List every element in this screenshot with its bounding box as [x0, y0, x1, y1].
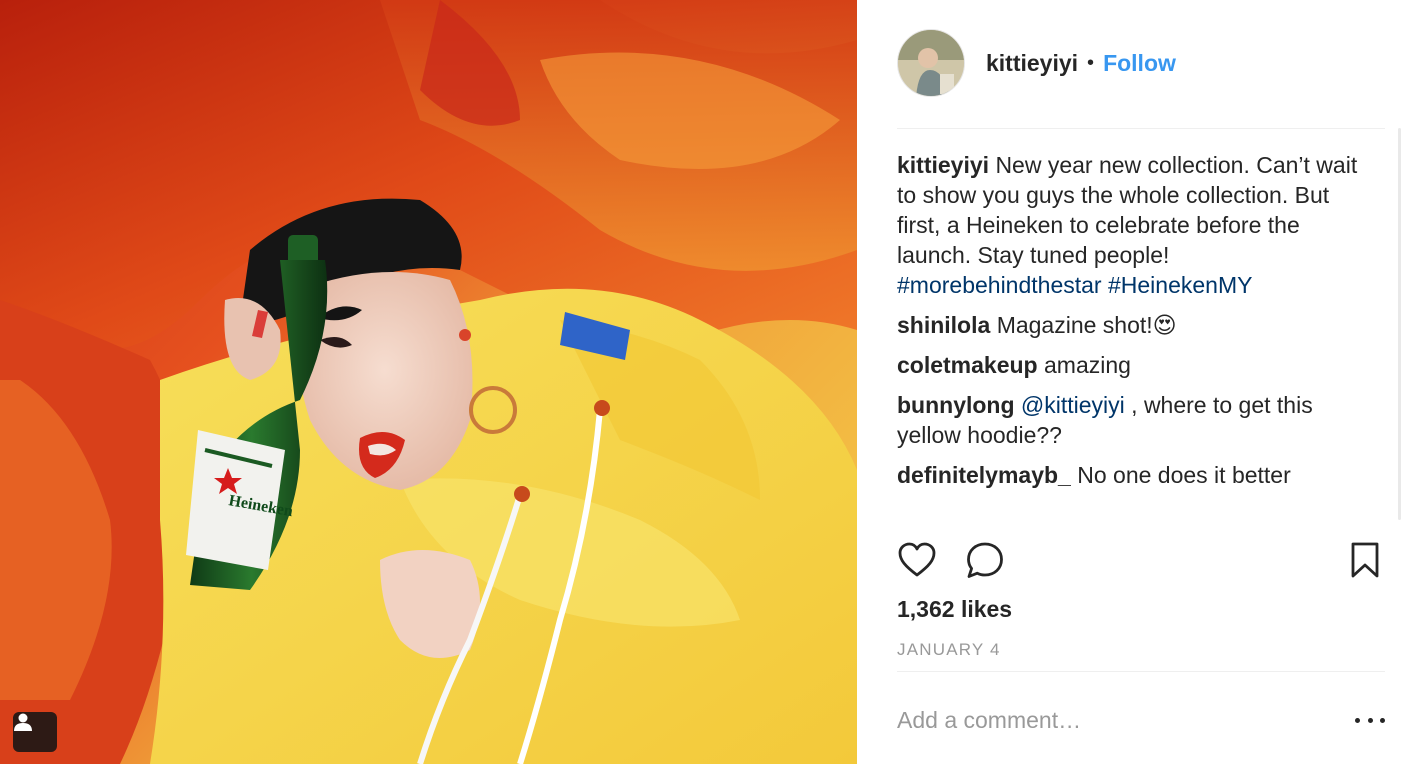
caption: kittieyiyi New year new collection. Can’…	[897, 150, 1367, 300]
hashtag-morebehindthestar[interactable]: #morebehindthestar	[897, 272, 1102, 298]
photo-illustration: Heineken	[0, 0, 857, 764]
comment-username[interactable]: shinilola	[897, 312, 990, 338]
comments-scrollbar[interactable]	[1398, 128, 1401, 520]
post-header: kittieyiyi • Follow	[897, 28, 1176, 98]
comment-username[interactable]: coletmakeup	[897, 352, 1038, 378]
save-button[interactable]	[1349, 540, 1381, 585]
ellipsis-icon	[1380, 717, 1385, 723]
post-date[interactable]: JANUARY 4	[897, 640, 1001, 660]
comment-item: coletmakeup amazing	[897, 350, 1367, 380]
ellipsis-icon	[1355, 717, 1360, 723]
comment-text: Magazine shot!	[996, 312, 1153, 338]
heart-icon	[898, 542, 936, 577]
post-photo[interactable]: Heineken	[0, 0, 857, 764]
speech-bubble-icon	[967, 542, 1003, 578]
comment-button[interactable]	[965, 540, 1005, 585]
post-actions	[897, 540, 1379, 585]
comments-list[interactable]: kittieyiyi New year new collection. Can’…	[897, 150, 1367, 522]
comment-item: definitelymayb_ No one does it better	[897, 460, 1367, 490]
avatar[interactable]	[897, 29, 965, 97]
comment-username[interactable]: bunnylong	[897, 392, 1015, 418]
heart-eyes-emoji: 😍	[1152, 312, 1177, 338]
tagged-people-button[interactable]	[13, 712, 57, 752]
comment-text: No one does it better	[1077, 462, 1291, 488]
follow-button[interactable]: Follow	[1103, 50, 1176, 77]
comment-item: bunnylong @kittieyiyi , where to get thi…	[897, 390, 1367, 450]
add-comment-input[interactable]	[897, 700, 1307, 740]
post-author-username[interactable]: kittieyiyi	[986, 50, 1078, 77]
avatar-image	[898, 30, 964, 96]
hashtag-heinekenmy[interactable]: #HeinekenMY	[1108, 272, 1252, 298]
caption-username[interactable]: kittieyiyi	[897, 152, 989, 178]
ellipsis-icon	[1367, 717, 1373, 723]
comment-username[interactable]: definitelymayb_	[897, 462, 1071, 488]
header-divider	[897, 128, 1385, 129]
like-button[interactable]	[897, 540, 937, 585]
comment-text: amazing	[1044, 352, 1131, 378]
separator-dot: •	[1087, 51, 1095, 74]
instagram-post: Heineken kittieyiyi • Follow kittieyiyi …	[0, 0, 1402, 764]
more-options-button[interactable]	[1355, 706, 1385, 734]
post-side-panel: kittieyiyi • Follow kittieyiyi New year …	[857, 0, 1402, 764]
bookmark-icon	[1351, 542, 1379, 578]
person-icon	[14, 713, 32, 731]
comment-mention[interactable]: @kittieyiyi	[1021, 392, 1125, 418]
likes-count[interactable]: 1,362 likes	[897, 596, 1012, 623]
comment-box-divider	[897, 671, 1385, 672]
comment-item: shinilola Magazine shot!😍	[897, 310, 1367, 340]
